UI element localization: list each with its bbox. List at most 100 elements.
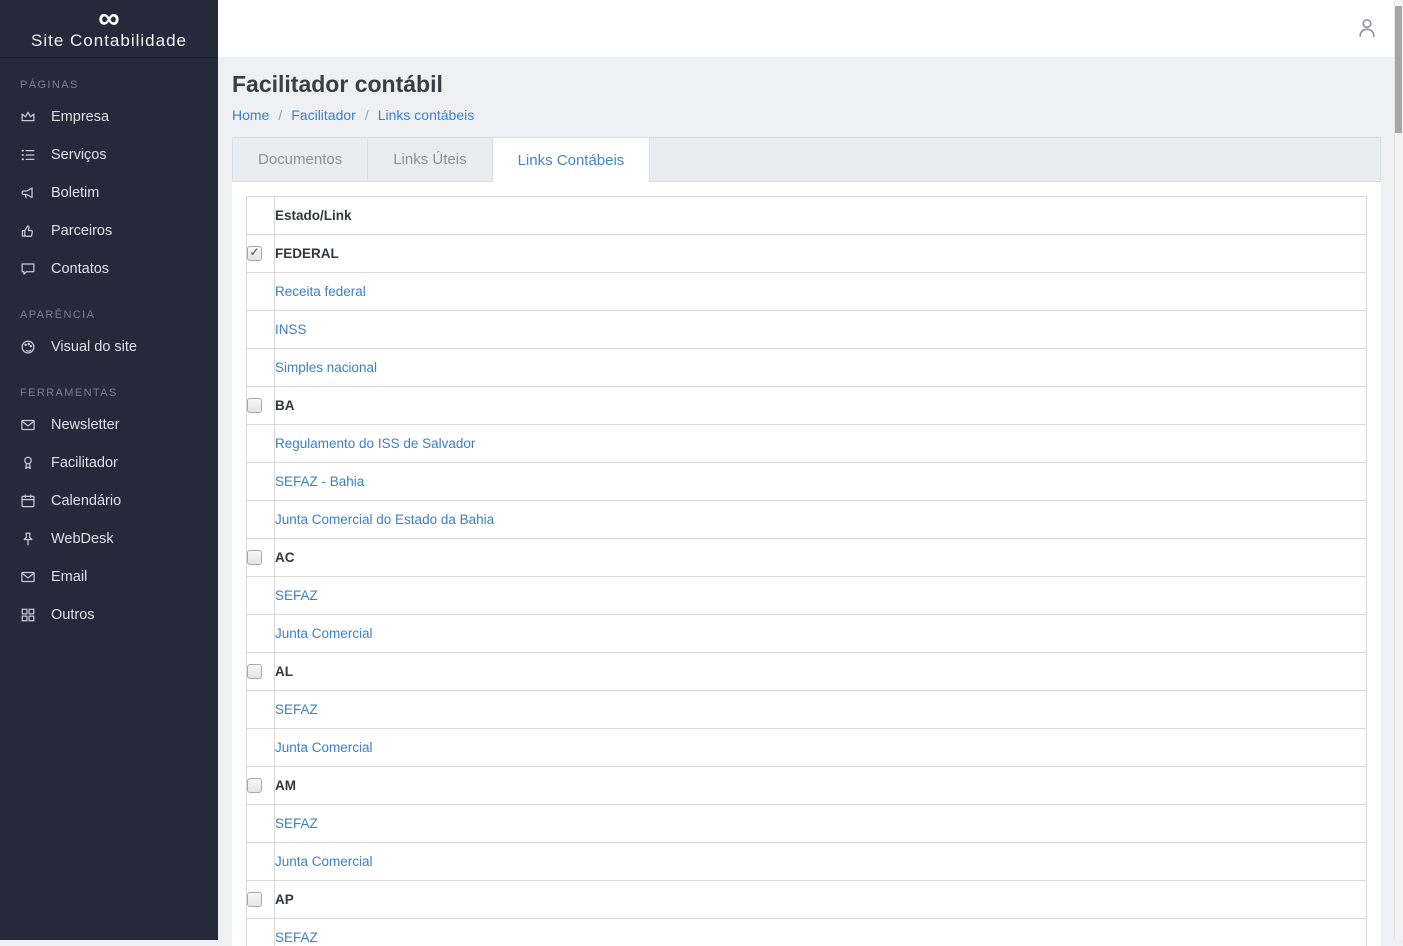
table-row: FEDERAL <box>247 235 1367 273</box>
state-checkbox-am[interactable] <box>247 778 262 793</box>
table-link[interactable]: Junta Comercial <box>275 740 373 755</box>
checkbox-cell <box>247 577 275 615</box>
sidebar-item-contatos[interactable]: Contatos <box>0 250 218 288</box>
checkbox-cell <box>247 273 275 311</box>
table-row: SEFAZ <box>247 577 1367 615</box>
tab-bar: DocumentosLinks ÚteisLinks Contábeis <box>232 137 1381 182</box>
checkbox-cell <box>247 539 275 577</box>
table-row: AM <box>247 767 1367 805</box>
app-logo[interactable]: ∞ Site Contabilidade <box>0 0 218 58</box>
sidebar-item-calendario[interactable]: Calendário <box>0 482 218 520</box>
main-area: Facilitador contábil Home/Facilitador/Li… <box>218 0 1403 940</box>
grid-icon <box>19 606 37 624</box>
sidebar-item-label: Email <box>51 569 87 585</box>
sidebar-item-servicos[interactable]: Serviços <box>0 136 218 174</box>
label-cell: Junta Comercial <box>275 615 1367 653</box>
table-link[interactable]: SEFAZ <box>275 702 318 717</box>
table-link[interactable]: Receita federal <box>275 284 366 299</box>
table-row: INSS <box>247 311 1367 349</box>
table-header-estado-link: Estado/Link <box>275 197 1367 235</box>
checkbox-cell <box>247 767 275 805</box>
table-link[interactable]: Junta Comercial <box>275 854 373 869</box>
sidebar-item-label: Parceiros <box>51 223 112 239</box>
checkbox-cell <box>247 691 275 729</box>
chat-bubble-icon <box>19 260 37 278</box>
scrollbar-thumb[interactable] <box>1395 6 1402 133</box>
table-row: SEFAZ <box>247 691 1367 729</box>
table-link[interactable]: SEFAZ <box>275 816 318 831</box>
label-cell: SEFAZ <box>275 919 1367 946</box>
sidebar-item-label: Empresa <box>51 109 109 125</box>
app-logo-text: Site Contabilidade <box>31 31 187 51</box>
sidebar-item-boletim[interactable]: Boletim <box>0 174 218 212</box>
sidebar-item-label: Outros <box>51 607 95 623</box>
sidebar-item-label: WebDesk <box>51 531 114 547</box>
breadcrumb: Home/Facilitador/Links contábeis <box>232 107 1403 123</box>
label-cell: AM <box>275 767 1367 805</box>
table-header-row: Estado/Link <box>247 197 1367 235</box>
breadcrumb-link-links-contabeis[interactable]: Links contábeis <box>378 107 475 123</box>
table-row: AP <box>247 881 1367 919</box>
tab-links-uteis[interactable]: Links Úteis <box>368 138 492 181</box>
breadcrumb-link-facilitador[interactable]: Facilitador <box>291 107 356 123</box>
checkbox-cell <box>247 653 275 691</box>
table-row: SEFAZ <box>247 919 1367 946</box>
sidebar-item-email[interactable]: Email <box>0 558 218 596</box>
label-cell: Receita federal <box>275 273 1367 311</box>
table-link[interactable]: SEFAZ <box>275 588 318 603</box>
table-link[interactable]: Simples nacional <box>275 360 377 375</box>
label-cell: INSS <box>275 311 1367 349</box>
state-label: AM <box>275 778 296 793</box>
sidebar-item-empresa[interactable]: Empresa <box>0 98 218 136</box>
table-row: Junta Comercial <box>247 615 1367 653</box>
sidebar-item-webdesk[interactable]: WebDesk <box>0 520 218 558</box>
state-checkbox-ap[interactable] <box>247 892 262 907</box>
table-link[interactable]: INSS <box>275 322 307 337</box>
sidebar-item-facilitador[interactable]: Facilitador <box>0 444 218 482</box>
checkbox-cell <box>247 919 275 946</box>
state-checkbox-federal[interactable] <box>247 246 262 261</box>
table-row: Junta Comercial <box>247 843 1367 881</box>
checkbox-cell <box>247 729 275 767</box>
table-link[interactable]: Junta Comercial <box>275 626 373 641</box>
page-title: Facilitador contábil <box>232 71 1403 98</box>
sidebar-item-parceiros[interactable]: Parceiros <box>0 212 218 250</box>
table-link[interactable]: Junta Comercial do Estado da Bahia <box>275 512 494 527</box>
state-label: BA <box>275 398 295 413</box>
sidebar-section-title: PÁGINAS <box>0 58 218 98</box>
sidebar-item-label: Contatos <box>51 261 109 277</box>
table-row: BA <box>247 387 1367 425</box>
table-link[interactable]: Regulamento do ISS de Salvador <box>275 436 475 451</box>
pin-icon <box>19 530 37 548</box>
tab-panel-body: Estado/Link FEDERAL Receita federal INSS Si… <box>232 182 1381 946</box>
page-scrollbar[interactable] <box>1394 0 1403 940</box>
sidebar-item-label: Boletim <box>51 185 99 201</box>
calendar-icon <box>19 492 37 510</box>
label-cell: BA <box>275 387 1367 425</box>
table-link[interactable]: SEFAZ - Bahia <box>275 474 364 489</box>
medal-icon <box>19 454 37 472</box>
label-cell: SEFAZ <box>275 805 1367 843</box>
state-label: AL <box>275 664 293 679</box>
state-checkbox-ba[interactable] <box>247 398 262 413</box>
state-checkbox-ac[interactable] <box>247 550 262 565</box>
user-icon[interactable] <box>1355 16 1379 40</box>
sidebar-item-outros[interactable]: Outros <box>0 596 218 634</box>
sidebar-item-newsletter[interactable]: Newsletter <box>0 406 218 444</box>
checkbox-cell <box>247 881 275 919</box>
envelope-icon <box>19 568 37 586</box>
tab-links-contabeis[interactable]: Links Contábeis <box>493 138 651 182</box>
sidebar: ∞ Site Contabilidade PÁGINAS Empresa Servi… <box>0 0 218 940</box>
checkbox-cell <box>247 805 275 843</box>
label-cell: AC <box>275 539 1367 577</box>
breadcrumb-link-home[interactable]: Home <box>232 107 269 123</box>
state-checkbox-al[interactable] <box>247 664 262 679</box>
table-row: SEFAZ <box>247 805 1367 843</box>
checkbox-cell <box>247 387 275 425</box>
sidebar-item-visual-do-site[interactable]: Visual do site <box>0 328 218 366</box>
table-link[interactable]: SEFAZ <box>275 930 318 945</box>
sidebar-item-label: Visual do site <box>51 339 137 355</box>
label-cell: Junta Comercial <box>275 729 1367 767</box>
tab-documentos[interactable]: Documentos <box>233 138 368 181</box>
tab-panel: DocumentosLinks ÚteisLinks Contábeis Est… <box>232 137 1381 946</box>
